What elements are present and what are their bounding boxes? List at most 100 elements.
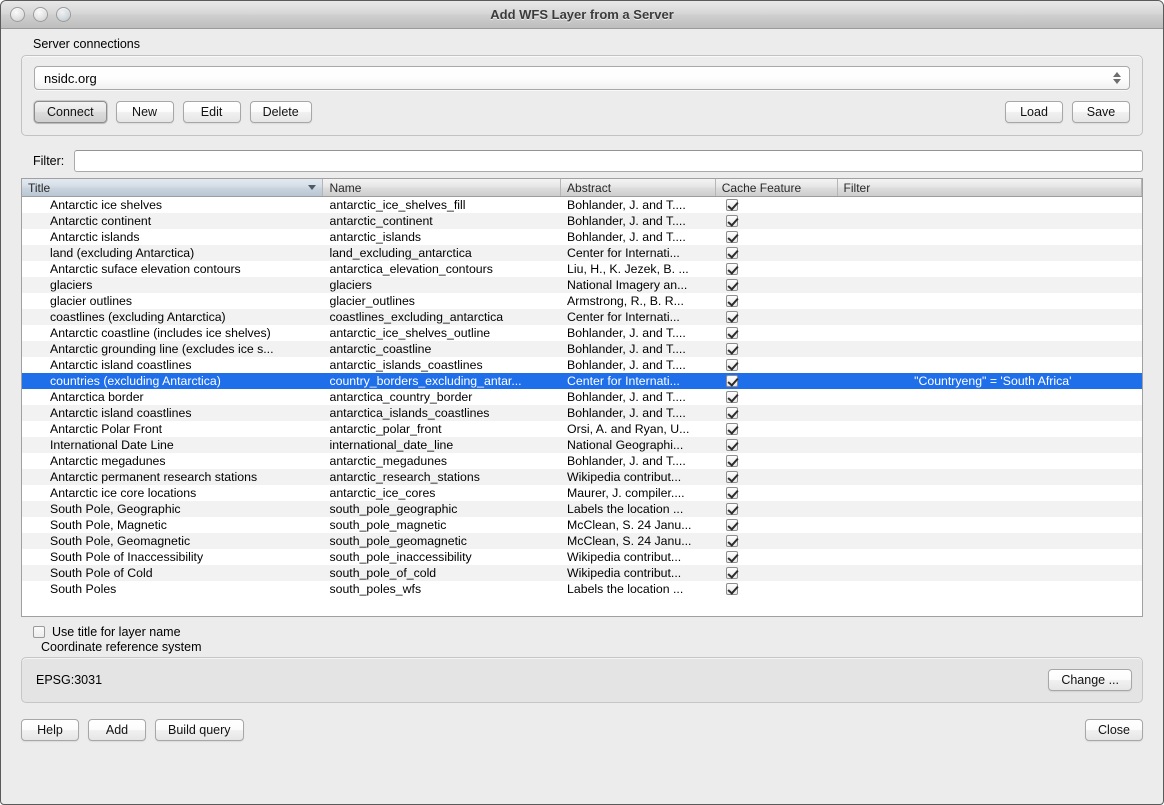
column-header-title[interactable]: Title: [22, 179, 323, 196]
table-row[interactable]: Antarctic coastline (includes ice shelve…: [22, 325, 1142, 341]
delete-connection-button[interactable]: Delete: [250, 101, 312, 123]
table-row[interactable]: Antarctic grounding line (excludes ice s…: [22, 341, 1142, 357]
window-titlebar[interactable]: Add WFS Layer from a Server: [1, 1, 1163, 29]
table-row[interactable]: countries (excluding Antarctica)country_…: [22, 373, 1142, 389]
cache-feature-checkbox[interactable]: [726, 311, 738, 323]
table-row[interactable]: Antarctic suface elevation contoursantar…: [22, 261, 1142, 277]
cell-cache[interactable]: [716, 199, 838, 211]
table-row[interactable]: Antarctic island coastlinesantarctic_isl…: [22, 357, 1142, 373]
column-header-name[interactable]: Name: [323, 179, 561, 196]
table-row[interactable]: glacier outlinesglacier_outlinesArmstron…: [22, 293, 1142, 309]
table-row[interactable]: Antarctic megadunesantarctic_megadunesBo…: [22, 453, 1142, 469]
cell-cache[interactable]: [716, 247, 838, 259]
cache-feature-checkbox[interactable]: [726, 567, 738, 579]
cell-cache[interactable]: [716, 279, 838, 291]
close-button[interactable]: [10, 7, 25, 22]
cell-cache[interactable]: [716, 455, 838, 467]
cache-feature-checkbox[interactable]: [726, 327, 738, 339]
cache-feature-checkbox[interactable]: [726, 295, 738, 307]
use-title-checkbox[interactable]: [33, 626, 45, 638]
cell-cache[interactable]: [716, 311, 838, 323]
column-header-abstract[interactable]: Abstract: [561, 179, 716, 196]
cell-cache[interactable]: [716, 471, 838, 483]
table-row[interactable]: Antarctic permanent research stationsant…: [22, 469, 1142, 485]
table-row[interactable]: Antarctic Polar Frontantarctic_polar_fro…: [22, 421, 1142, 437]
cell-cache[interactable]: [716, 391, 838, 403]
add-button[interactable]: Add: [88, 719, 146, 741]
cache-feature-checkbox[interactable]: [726, 503, 738, 515]
use-title-for-layer-name-row[interactable]: Use title for layer name: [33, 625, 1153, 639]
cell-cache[interactable]: [716, 263, 838, 275]
cell-cache[interactable]: [716, 439, 838, 451]
cell-cache[interactable]: [716, 295, 838, 307]
table-row[interactable]: South Pole, Geographicsouth_pole_geograp…: [22, 501, 1142, 517]
save-connections-button[interactable]: Save: [1072, 101, 1130, 123]
table-row[interactable]: land (excluding Antarctica)land_excludin…: [22, 245, 1142, 261]
table-row[interactable]: South Pole of Inaccessibilitysouth_pole_…: [22, 549, 1142, 565]
cache-feature-checkbox[interactable]: [726, 455, 738, 467]
table-row[interactable]: Antarctic island coastlinesantarctica_is…: [22, 405, 1142, 421]
table-row[interactable]: South Pole, Geomagneticsouth_pole_geomag…: [22, 533, 1142, 549]
cache-feature-checkbox[interactable]: [726, 487, 738, 499]
build-query-button[interactable]: Build query: [155, 719, 244, 741]
cache-feature-checkbox[interactable]: [726, 391, 738, 403]
cache-feature-checkbox[interactable]: [726, 199, 738, 211]
cache-feature-checkbox[interactable]: [726, 215, 738, 227]
connect-button[interactable]: Connect: [34, 101, 107, 123]
cache-feature-checkbox[interactable]: [726, 279, 738, 291]
cell-cache[interactable]: [716, 519, 838, 531]
cell-cache[interactable]: [716, 487, 838, 499]
cache-feature-checkbox[interactable]: [726, 519, 738, 531]
cache-feature-checkbox[interactable]: [726, 439, 738, 451]
cell-cache[interactable]: [716, 375, 838, 387]
table-row[interactable]: Antarctic continentantarctic_continentBo…: [22, 213, 1142, 229]
table-row[interactable]: glaciersglaciersNational Imagery an...: [22, 277, 1142, 293]
cache-feature-checkbox[interactable]: [726, 407, 738, 419]
cache-feature-checkbox[interactable]: [726, 423, 738, 435]
cache-feature-checkbox[interactable]: [726, 471, 738, 483]
cache-feature-checkbox[interactable]: [726, 263, 738, 275]
cell-cache[interactable]: [716, 343, 838, 355]
table-row[interactable]: coastlines (excluding Antarctica)coastli…: [22, 309, 1142, 325]
cell-cache[interactable]: [716, 407, 838, 419]
table-row[interactable]: Antarctica borderantarctica_country_bord…: [22, 389, 1142, 405]
edit-connection-button[interactable]: Edit: [183, 101, 241, 123]
table-row[interactable]: Antarctic ice core locationsantarctic_ic…: [22, 485, 1142, 501]
cell-cache[interactable]: [716, 327, 838, 339]
cache-feature-checkbox[interactable]: [726, 551, 738, 563]
cache-feature-checkbox[interactable]: [726, 359, 738, 371]
minimize-button[interactable]: [33, 7, 48, 22]
close-button-footer[interactable]: Close: [1085, 719, 1143, 741]
cell-cache[interactable]: [716, 359, 838, 371]
cell-abstract: Bohlander, J. and T....: [561, 214, 716, 228]
cache-feature-checkbox[interactable]: [726, 231, 738, 243]
cache-feature-checkbox[interactable]: [726, 343, 738, 355]
table-row[interactable]: South Polessouth_poles_wfsLabels the loc…: [22, 581, 1142, 597]
cache-feature-checkbox[interactable]: [726, 375, 738, 387]
change-crs-button[interactable]: Change ...: [1048, 669, 1132, 691]
cache-feature-checkbox[interactable]: [726, 583, 738, 595]
table-row[interactable]: International Date Lineinternational_dat…: [22, 437, 1142, 453]
cell-cache[interactable]: [716, 567, 838, 579]
cell-cache[interactable]: [716, 215, 838, 227]
help-button[interactable]: Help: [21, 719, 79, 741]
load-connections-button[interactable]: Load: [1005, 101, 1063, 123]
table-row[interactable]: Antarctic ice shelvesantarctic_ice_shelv…: [22, 197, 1142, 213]
cache-feature-checkbox[interactable]: [726, 247, 738, 259]
cell-cache[interactable]: [716, 503, 838, 515]
cell-cache[interactable]: [716, 535, 838, 547]
cell-cache[interactable]: [716, 583, 838, 595]
table-row[interactable]: Antarctic islandsantarctic_islandsBohlan…: [22, 229, 1142, 245]
column-header-cache[interactable]: Cache Feature: [716, 179, 838, 196]
cell-cache[interactable]: [716, 231, 838, 243]
column-header-filter[interactable]: Filter: [838, 179, 1142, 196]
table-row[interactable]: South Pole, Magneticsouth_pole_magneticM…: [22, 517, 1142, 533]
cell-cache[interactable]: [716, 551, 838, 563]
table-row[interactable]: South Pole of Coldsouth_pole_of_coldWiki…: [22, 565, 1142, 581]
zoom-button[interactable]: [56, 7, 71, 22]
connection-select[interactable]: nsidc.org: [34, 66, 1130, 90]
new-connection-button[interactable]: New: [116, 101, 174, 123]
filter-input[interactable]: [74, 150, 1143, 172]
cell-cache[interactable]: [716, 423, 838, 435]
cache-feature-checkbox[interactable]: [726, 535, 738, 547]
